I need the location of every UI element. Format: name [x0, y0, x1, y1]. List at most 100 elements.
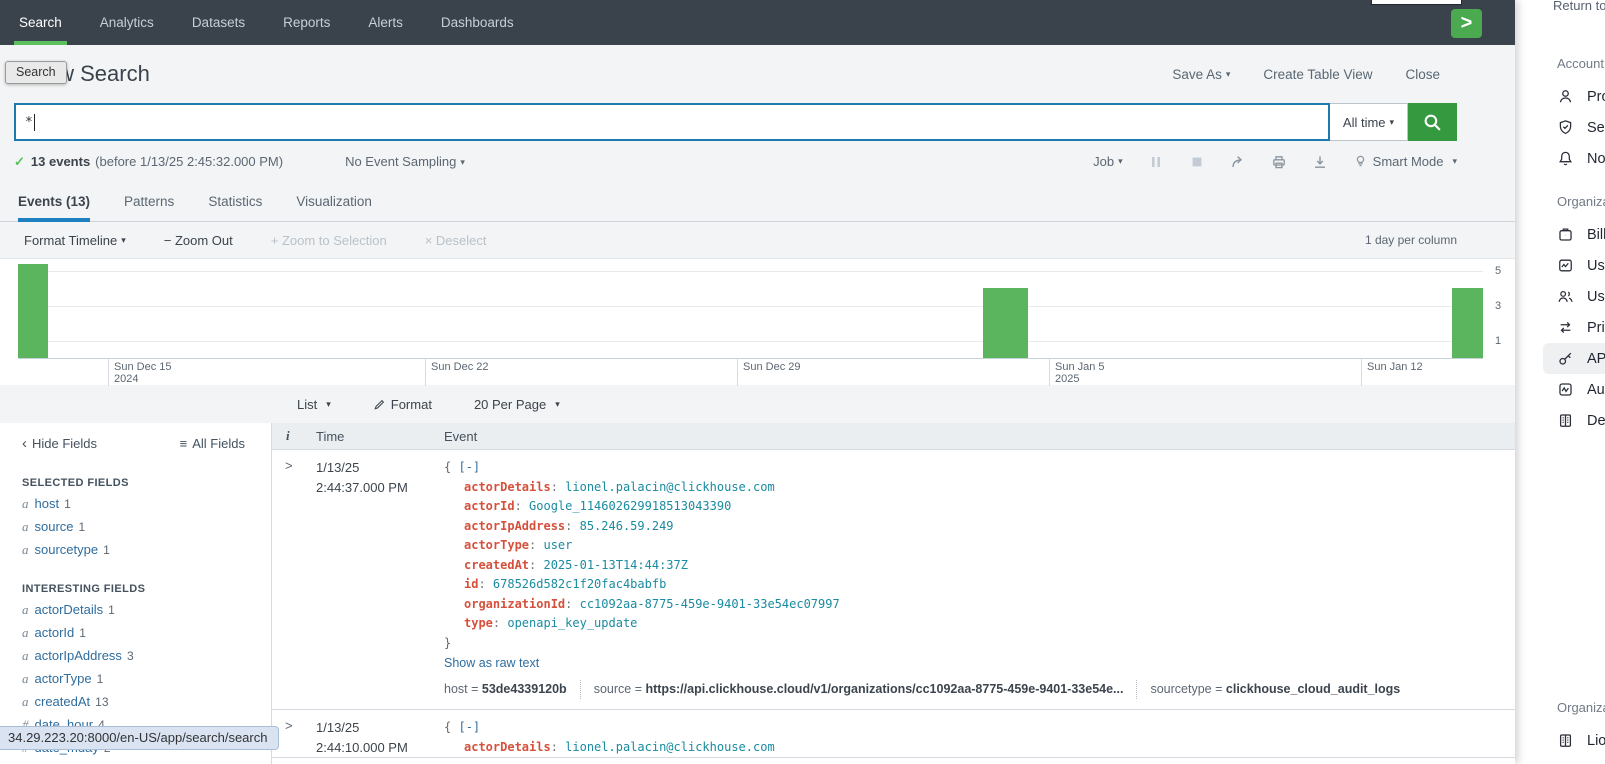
timeline-bar[interactable] [983, 288, 1028, 358]
list-view-dropdown[interactable]: List▾ [297, 397, 331, 412]
y-axis-label: 3 [1495, 300, 1511, 312]
event-row: > 1/13/25 2:44:37.000 PM { [-] actorDeta… [272, 450, 1515, 710]
nav-item-analytics[interactable]: Analytics [81, 0, 173, 45]
info-column-header: i [272, 428, 316, 444]
deselect-button[interactable]: × Deselect [425, 233, 487, 248]
zoom-to-selection-button[interactable]: + Zoom to Selection [271, 233, 387, 248]
json-value[interactable]: 2025-01-13T14:44:37Z [543, 558, 688, 572]
all-fields-button[interactable]: ≡ All Fields [180, 436, 245, 451]
splunk-app-window: Search Analytics Datasets Reports Alerts… [0, 0, 1515, 764]
share-button[interactable] [1230, 154, 1246, 170]
nav-item-reports[interactable]: Reports [264, 0, 349, 45]
print-button[interactable] [1271, 154, 1287, 170]
format-timeline-dropdown[interactable]: Format Timeline▾ [24, 233, 126, 248]
json-key[interactable]: createdAt [464, 558, 529, 572]
y-axis-label: 1 [1495, 335, 1511, 347]
create-table-view-button[interactable]: Create Table View [1263, 67, 1372, 82]
json-value[interactable]: lionel.palacin@clickhouse.com [565, 480, 775, 494]
event-sampling-dropdown[interactable]: No Event Sampling▾ [345, 154, 465, 169]
json-key[interactable]: organizationId [464, 597, 565, 611]
json-key[interactable]: actorType [464, 538, 529, 552]
menu-item-details[interactable]: Details [1543, 405, 1605, 436]
field-actorId[interactable]: aactorId1 [22, 625, 271, 641]
nav-item-search[interactable]: Search [0, 0, 81, 45]
menu-item-private-endpoints[interactable]: Private [1543, 312, 1605, 343]
job-dropdown[interactable]: Job▾ [1093, 154, 1123, 169]
tab-patterns[interactable]: Patterns [124, 182, 174, 221]
menu-item-users[interactable]: Users [1543, 281, 1605, 312]
collapse-json-link[interactable]: [-] [458, 460, 480, 474]
json-value[interactable]: Google_114602629918513043390 [529, 499, 731, 513]
tab-visualization[interactable]: Visualization [296, 182, 372, 221]
gridline [18, 271, 1483, 272]
json-value[interactable]: user [543, 538, 572, 552]
close-button[interactable]: Close [1405, 67, 1440, 82]
meta-source-value[interactable]: https://api.clickhouse.cloud/v1/organiza… [645, 682, 1123, 696]
field-host[interactable]: ahost1 [22, 496, 271, 512]
menu-item-usage[interactable]: Usage [1543, 250, 1605, 281]
bulb-icon [1353, 154, 1368, 169]
chevron-down-icon: ▾ [1118, 156, 1123, 167]
field-actorType[interactable]: aactorType1 [22, 671, 271, 687]
tab-events[interactable]: Events (13) [18, 182, 90, 221]
menu-item-notifications[interactable]: Notifications [1543, 143, 1605, 174]
menu-item-audit[interactable]: Audit [1543, 374, 1605, 405]
time-range-picker[interactable]: All time▾ [1330, 103, 1408, 141]
collapse-json-link[interactable]: [-] [458, 720, 480, 734]
json-key[interactable]: actorId [464, 499, 515, 513]
timeline-bar[interactable] [18, 264, 48, 358]
menu-item-profile[interactable]: Profile [1543, 81, 1605, 112]
search-input[interactable]: * [14, 103, 1330, 141]
splunk-logo[interactable]: > [1451, 9, 1482, 38]
json-value[interactable]: lionel.palacin@clickhouse.com [565, 740, 775, 754]
smart-mode-dropdown[interactable]: Smart Mode▾ [1353, 154, 1457, 169]
meta-sourcetype-value[interactable]: clickhouse_cloud_audit_logs [1226, 682, 1400, 696]
format-button[interactable]: Format [373, 397, 432, 412]
chevron-down-icon: ▾ [326, 399, 331, 410]
search-icon [1423, 113, 1442, 132]
text-cursor [34, 114, 36, 131]
return-to-link[interactable]: Return to [1553, 0, 1605, 13]
meta-host-value[interactable]: 53de4339120b [482, 682, 567, 696]
stop-button[interactable] [1189, 154, 1205, 170]
expand-row-icon[interactable]: > [272, 458, 316, 709]
timeline-bar[interactable] [1452, 288, 1483, 358]
json-value[interactable]: 678526d582c1f20fac4babfb [493, 577, 666, 591]
menu-item-organization-lionel[interactable]: Lionel [1543, 725, 1605, 756]
show-raw-text-link[interactable]: Show as raw text [444, 654, 1515, 674]
tab-statistics[interactable]: Statistics [208, 182, 262, 221]
json-key[interactable]: actorDetails [464, 740, 551, 754]
field-source[interactable]: asource1 [22, 519, 271, 535]
timeline-tick-label: Sun Dec 152024 [108, 359, 171, 386]
field-actorDetails[interactable]: aactorDetails1 [22, 602, 271, 618]
nav-item-alerts[interactable]: Alerts [349, 0, 422, 45]
json-key[interactable]: actorIpAddress [464, 519, 565, 533]
menu-item-security[interactable]: Security [1543, 112, 1605, 143]
json-key[interactable]: id [464, 577, 478, 591]
per-page-dropdown[interactable]: 20 Per Page▾ [474, 397, 560, 412]
export-button[interactable] [1312, 154, 1328, 170]
json-value[interactable]: cc1092aa-8775-459e-9401-33e54ec07997 [580, 597, 840, 611]
search-row: * All time▾ [14, 103, 1457, 141]
event-meta-fields: host = 53de4339120b source = https://api… [444, 680, 1515, 700]
json-key[interactable]: type [464, 616, 493, 630]
save-as-button[interactable]: Save As▾ [1172, 67, 1230, 82]
chevron-down-icon: ▾ [460, 157, 465, 167]
json-value[interactable]: 85.246.59.249 [580, 519, 674, 533]
hide-fields-button[interactable]: ‹ Hide Fields [22, 435, 97, 452]
menu-item-api-keys[interactable]: API keys [1543, 343, 1605, 374]
search-button[interactable] [1408, 103, 1457, 141]
nav-item-datasets[interactable]: Datasets [173, 0, 264, 45]
zoom-out-button[interactable]: − Zoom Out [164, 233, 233, 248]
building-icon [1557, 412, 1574, 429]
menu-item-billing[interactable]: Billing [1543, 219, 1605, 250]
nav-item-dashboards[interactable]: Dashboards [422, 0, 533, 45]
field-sourcetype[interactable]: asourcetype1 [22, 542, 271, 558]
timeline-tick-label: Sun Jan 12 [1361, 359, 1423, 386]
pause-button[interactable] [1148, 154, 1164, 170]
field-actorIpAddress[interactable]: aactorIpAddress3 [22, 648, 271, 664]
json-value[interactable]: openapi_key_update [507, 616, 637, 630]
field-createdAt[interactable]: acreatedAt13 [22, 694, 271, 710]
selected-fields-title: SELECTED FIELDS [22, 477, 271, 489]
json-key[interactable]: actorDetails [464, 480, 551, 494]
